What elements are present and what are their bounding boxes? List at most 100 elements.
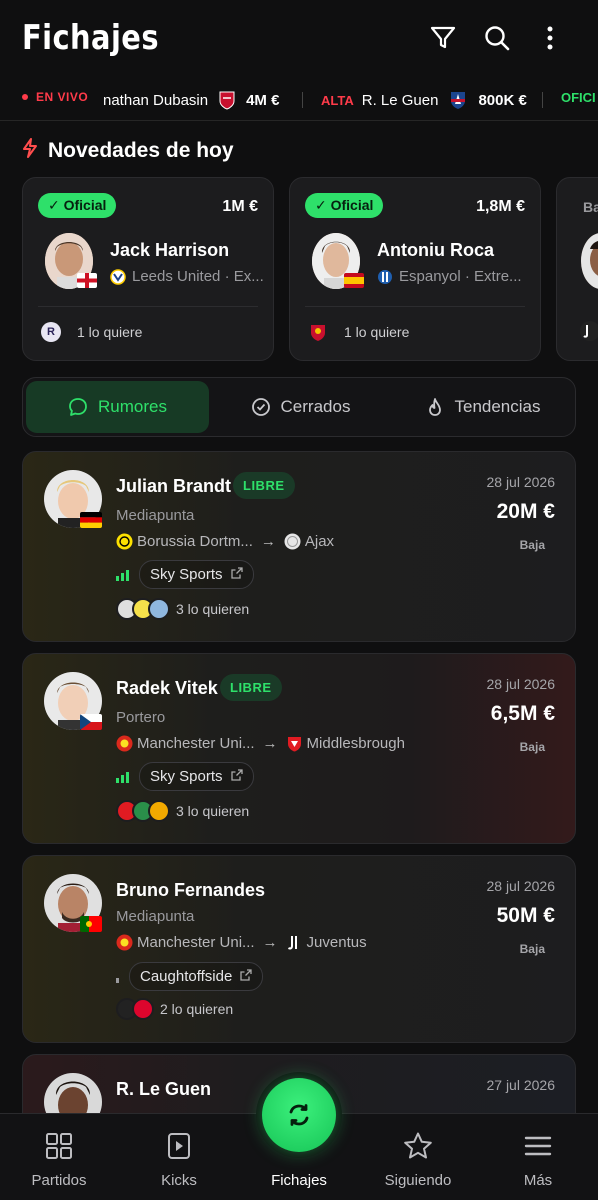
transfer-route: Borussia Dortm... → Ajax <box>116 533 334 550</box>
player-club: Leeds United · Ex... <box>110 268 264 285</box>
ticker-item[interactable]: nathan Dubasin 4M € <box>103 90 279 110</box>
section-title-text: Novedades de hoy <box>48 139 234 162</box>
more-vertical-icon[interactable] <box>536 24 564 52</box>
transfer-route: Manchester Uni... → Juventus <box>116 934 367 951</box>
chat-bubble-icon <box>68 397 88 417</box>
portugal-flag-icon <box>80 916 102 932</box>
divider <box>0 120 598 121</box>
wanted-by: R 1 lo quiere <box>41 322 142 342</box>
grid-icon <box>4 1130 114 1162</box>
player-position: Portero <box>116 709 166 726</box>
wanted-count: 2 lo quieren <box>160 1001 234 1017</box>
crystal-palace-crest-icon <box>448 90 468 110</box>
external-link-icon <box>230 769 243 784</box>
wanted-count: 1 lo quiere <box>77 324 143 340</box>
arrow-right-icon: → <box>262 735 278 752</box>
osasuna-crest-icon <box>218 90 236 110</box>
source: Caughtoffside <box>116 962 264 991</box>
tab-label: Cerrados <box>280 397 351 416</box>
player-name: Julian Brandt <box>116 476 232 496</box>
ticker-price: 800K € <box>478 91 527 109</box>
to-club: Juventus <box>306 934 367 951</box>
divider <box>305 306 525 307</box>
manchester-united-crest-icon <box>116 934 133 951</box>
transfer-route: Manchester Uni... → Middlesbrough <box>116 735 405 752</box>
source: Sky Sports <box>116 560 254 589</box>
news-card[interactable]: ✓ Oficial 1M € Jack Harrison Leeds Unite… <box>22 177 274 361</box>
rumor-card[interactable]: Radek Vitek LIBRE Portero Manchester Uni… <box>22 653 576 844</box>
tab-rumores[interactable]: Rumores <box>26 381 209 433</box>
leeds-crest-icon <box>110 268 126 285</box>
nav-label: Fichajes <box>271 1172 327 1189</box>
player-name: Antoniu Roca <box>377 240 494 260</box>
juventus-crest-icon <box>579 320 598 347</box>
source-name: Sky Sports <box>150 566 223 583</box>
lightning-icon <box>22 138 38 164</box>
divider <box>38 306 258 307</box>
filter-tabs: Rumores Cerrados Tendencias <box>22 377 576 437</box>
ticker-item[interactable]: OFICI <box>561 90 596 105</box>
tab-cerrados[interactable]: Cerrados <box>209 381 392 433</box>
trend-label: Baja <box>519 538 545 552</box>
play-icon <box>124 1130 234 1162</box>
live-dot-icon <box>22 94 28 100</box>
card-badge: Ba <box>583 199 598 215</box>
check-circle-icon <box>251 397 271 417</box>
transfer-fee: 1,8M € <box>476 198 525 215</box>
czech-flag-icon <box>80 714 102 730</box>
arrow-right-icon: → <box>262 934 278 951</box>
wanted-by: 1 lo quiere <box>308 322 409 342</box>
section-title-novedades: Novedades de hoy <box>22 138 234 164</box>
menu-icon <box>483 1130 593 1162</box>
star-icon <box>363 1130 473 1162</box>
news-card[interactable]: ✓ Oficial 1,8M € Antoniu Roca Espanyol ·… <box>289 177 541 361</box>
club-crest-icon <box>148 800 170 822</box>
live-indicator: EN VIVO <box>22 90 88 104</box>
player-name: R. Le Guen <box>116 1079 212 1099</box>
ticker-item[interactable]: ALTA R. Le Guen 800K € <box>321 90 527 110</box>
status-badge: LIBRE <box>220 674 282 701</box>
nav-kicks[interactable]: Kicks <box>124 1130 234 1189</box>
ticker-separator <box>542 92 543 108</box>
transfer-fee: 50M € <box>496 904 555 927</box>
transfer-fee: 1M € <box>222 198 258 215</box>
ticker-price: 4M € <box>246 91 280 109</box>
nav-siguiendo[interactable]: Siguiendo <box>363 1130 473 1189</box>
wanted-count: 3 lo quieren <box>176 803 250 819</box>
mallorca-crest-icon <box>308 322 328 342</box>
oficial-badge: ✓ Oficial <box>305 193 384 218</box>
source-link[interactable]: Caughtoffside <box>129 962 264 991</box>
player-avatar <box>581 233 598 289</box>
rumor-date: 27 jul 2026 <box>486 1077 555 1093</box>
club-crests <box>116 998 154 1020</box>
from-club: Manchester Uni... <box>137 735 255 752</box>
rumor-date: 28 jul 2026 <box>486 676 555 692</box>
live-ticker[interactable]: EN VIVO nathan Dubasin 4M € ALTA R. Le G… <box>0 82 598 118</box>
source-link[interactable]: Sky Sports <box>139 762 254 791</box>
bayern-crest-icon <box>132 998 154 1020</box>
search-icon[interactable] <box>483 24 511 52</box>
arrow-right-icon: → <box>260 533 276 550</box>
ticker-tag: OFICI <box>561 90 596 105</box>
fichajes-fab-button[interactable] <box>262 1078 336 1152</box>
news-card[interactable]: Ba <box>556 177 598 361</box>
signal-bars-icon <box>116 771 129 783</box>
ajax-crest-icon <box>284 533 301 550</box>
player-position: Mediapunta <box>116 908 195 925</box>
nav-partidos[interactable]: Partidos <box>4 1130 114 1189</box>
filter-icon[interactable] <box>429 24 457 52</box>
rumor-card[interactable]: Julian Brandt LIBRE Mediapunta Borussia … <box>22 451 576 642</box>
external-link-icon <box>240 969 252 984</box>
wanted-by: 2 lo quieren <box>116 998 233 1020</box>
club-crest-icon: R <box>41 322 61 342</box>
status-badge: LIBRE <box>233 472 295 499</box>
nav-label: Siguiendo <box>384 1172 452 1189</box>
club-text: Leeds United · Ex... <box>132 268 264 285</box>
rumor-card[interactable]: Bruno Fernandes Mediapunta Manchester Un… <box>22 855 576 1043</box>
ticker-tag: ALTA <box>321 92 354 108</box>
to-club: Ajax <box>304 533 335 550</box>
nav-mas[interactable]: Más <box>483 1130 593 1189</box>
source-link[interactable]: Sky Sports <box>139 560 254 589</box>
ticker-separator <box>302 92 303 108</box>
tab-tendencias[interactable]: Tendencias <box>392 381 575 433</box>
